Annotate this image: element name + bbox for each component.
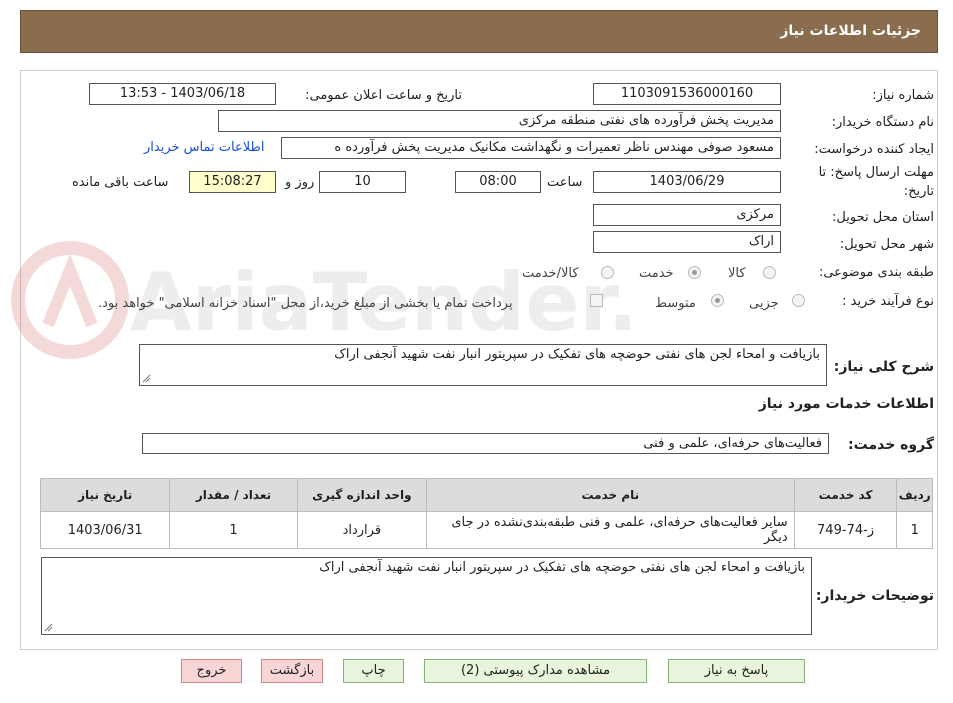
buyer-contact-link[interactable]: اطلاعات تماس خریدار [144, 140, 264, 155]
remaining-time-field: 15:08:27 [189, 171, 276, 193]
description-text: بازیافت و امحاء لجن های نفتی حوضچه های ت… [334, 347, 820, 362]
remaining-days-field: 10 [319, 171, 406, 193]
category-radio-goods-service[interactable] [601, 266, 614, 279]
deadline-time-field: 08:00 [455, 171, 541, 193]
announce-field: 1403/06/18 - 13:53 [89, 83, 276, 105]
remaining-time-label: ساعت باقی مانده [72, 175, 169, 190]
deadline-date-field: 1403/06/29 [593, 171, 781, 193]
resize-handle-icon[interactable] [44, 623, 53, 632]
cell-name: سایر فعالیت‌های حرفه‌ای، علمی و فنی طبقه… [425, 511, 795, 549]
need-number-field: 1103091536000160 [593, 83, 781, 105]
cell-date: 1403/06/31 [39, 511, 171, 549]
deadline-label-date: تاریخ: [903, 184, 934, 199]
category-radio-goods[interactable] [763, 266, 776, 279]
process-radio-medium[interactable] [711, 294, 724, 307]
cell-index: 1 [896, 511, 933, 549]
process-label: نوع فرآیند خرید : [842, 294, 934, 309]
category-option-service: خدمت [639, 266, 674, 281]
city-field: اراک [593, 231, 781, 253]
reply-button[interactable]: پاسخ به نیاز [668, 659, 805, 683]
deadline-time-label: ساعت [547, 175, 583, 190]
process-option-medium: متوسط [655, 296, 696, 311]
services-section-title: اطلاعات خدمات مورد نیاز [758, 396, 934, 412]
col-date: تاریخ نیاز [39, 478, 171, 512]
col-code: کد خدمت [793, 478, 898, 512]
view-attachments-button[interactable]: مشاهده مدارک پیوستی (2) [424, 659, 647, 683]
creator-field: مسعود صوفی مهندس ناظر تعمیرات و نگهداشت … [281, 137, 781, 159]
service-group-label: گروه خدمت: [848, 437, 934, 453]
buyer-org-field: مدیریت پخش فرآورده های نفتی منطقه مرکزی [218, 110, 781, 132]
category-option-goods: کالا [728, 266, 746, 281]
page-title: جزئیات اطلاعات نیاز [780, 23, 921, 39]
process-option-minor: جزیی [749, 296, 779, 311]
process-radio-minor[interactable] [792, 294, 805, 307]
col-unit: واحد اندازه گیری [296, 478, 427, 512]
province-label: استان محل تحویل: [832, 210, 934, 225]
days-label: روز و [285, 175, 315, 190]
print-button[interactable]: چاپ [343, 659, 404, 683]
deadline-label: مهلت ارسال پاسخ: تا [818, 165, 934, 180]
cell-unit: قرارداد [296, 511, 427, 549]
city-label: شهر محل تحویل: [839, 237, 934, 252]
exit-button[interactable]: خروج [181, 659, 242, 683]
buyer-notes-text: بازیافت و امحاء لجن های نفتی حوضچه های ت… [319, 560, 805, 575]
table-header-row: ردیف کد خدمت نام خدمت واحد اندازه گیری ت… [39, 478, 933, 512]
description-label: شرح کلی نیاز: [833, 359, 934, 375]
services-table: ردیف کد خدمت نام خدمت واحد اندازه گیری ت… [39, 478, 933, 549]
resize-handle-icon[interactable] [142, 374, 151, 383]
cell-code: ز-74-749 [793, 511, 898, 549]
col-name: نام خدمت [425, 478, 795, 512]
cell-quantity: 1 [169, 511, 298, 549]
buyer-notes-textarea[interactable]: بازیافت و امحاء لجن های نفتی حوضچه های ت… [41, 557, 812, 635]
service-group-field: فعالیت‌های حرفه‌ای، علمی و فنی [142, 433, 829, 454]
back-button[interactable]: بازگشت [261, 659, 323, 683]
col-quantity: تعداد / مقدار [169, 478, 298, 512]
need-number-label: شماره نیاز: [872, 88, 934, 103]
page-header: جزئیات اطلاعات نیاز [20, 10, 938, 53]
table-row: 1 ز-74-749 سایر فعالیت‌های حرفه‌ای، علمی… [39, 511, 933, 549]
col-index: ردیف [896, 478, 933, 512]
treasury-checkbox[interactable] [590, 294, 603, 307]
creator-label: ایجاد کننده درخواست: [814, 142, 934, 157]
category-label: طبقه بندی موضوعی: [818, 265, 934, 280]
payment-note: پرداخت تمام یا بخشی از مبلغ خرید،از محل … [98, 296, 513, 311]
province-field: مرکزی [593, 204, 781, 226]
buyer-notes-label: توضیحات خریدار: [815, 588, 934, 604]
buyer-org-label: نام دستگاه خریدار: [831, 115, 934, 130]
description-textarea[interactable]: بازیافت و امحاء لجن های نفتی حوضچه های ت… [139, 344, 827, 386]
category-radio-service[interactable] [688, 266, 701, 279]
announce-label: تاریخ و ساعت اعلان عمومی: [305, 88, 462, 103]
category-option-goods-service: کالا/خدمت [522, 266, 579, 281]
